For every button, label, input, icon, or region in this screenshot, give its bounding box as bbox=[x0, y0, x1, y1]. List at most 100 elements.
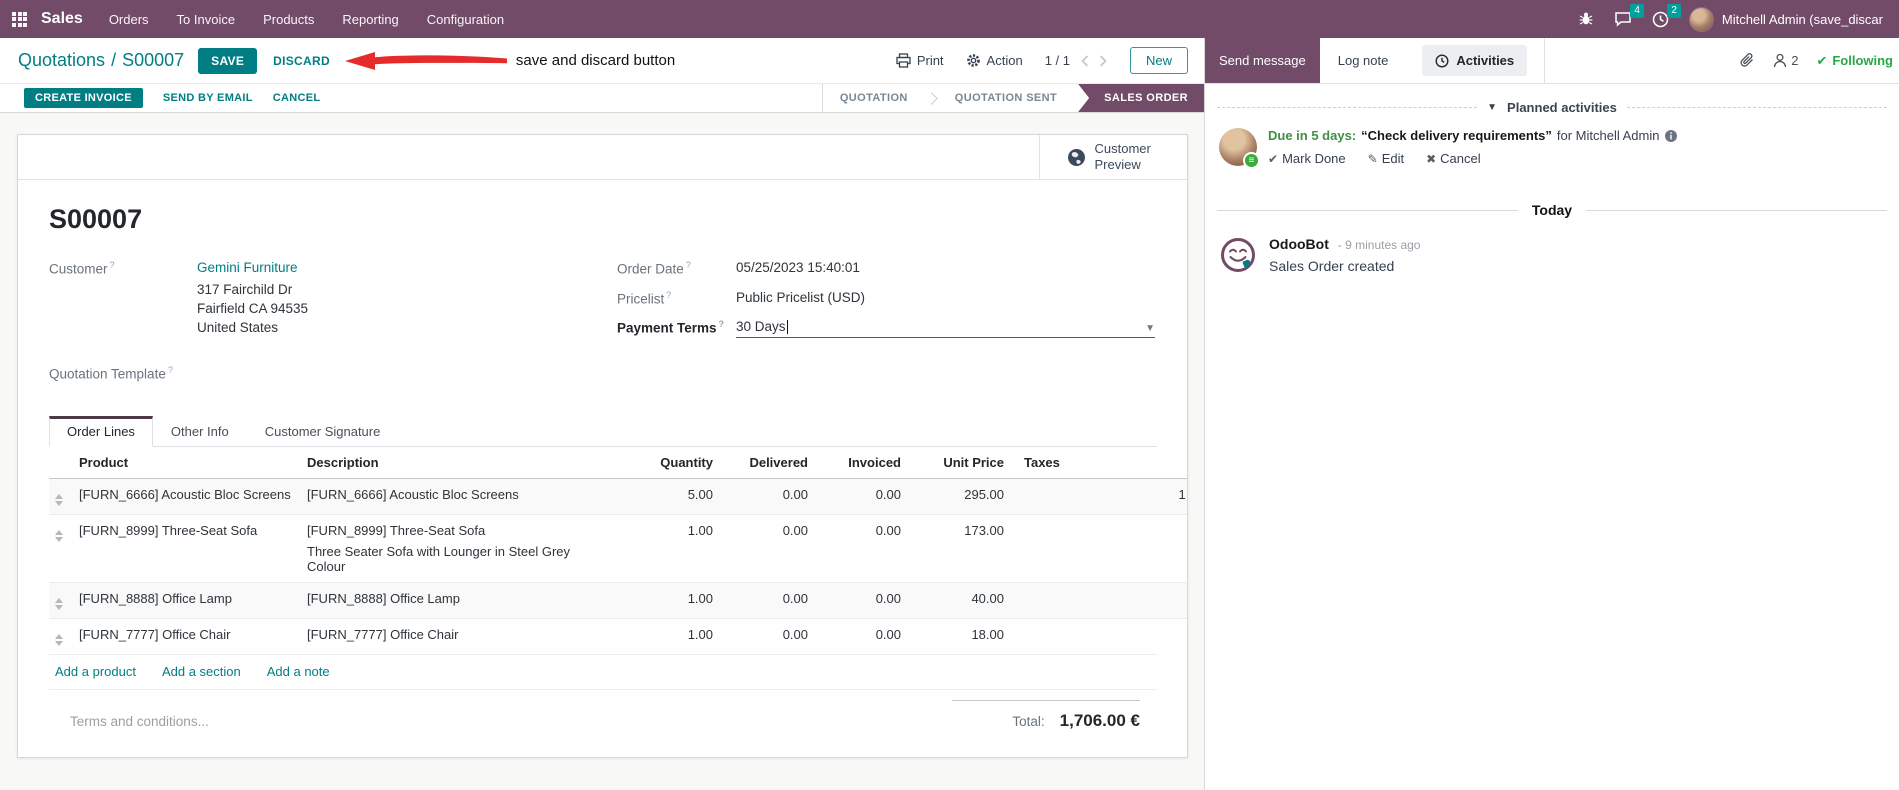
table-row[interactable]: [FURN_8999] Three-Seat Sofa [FURN_8999] … bbox=[49, 513, 1187, 582]
tab-order-lines[interactable]: Order Lines bbox=[49, 415, 153, 447]
cell-invoiced[interactable]: 0.00 bbox=[814, 617, 907, 654]
customer-link[interactable]: Gemini Furniture bbox=[197, 260, 308, 275]
pager-next-icon[interactable] bbox=[1098, 54, 1108, 68]
cell-description[interactable]: [FURN_7777] Office Chair bbox=[301, 617, 609, 654]
attach-files-button[interactable] bbox=[1739, 52, 1755, 70]
column-taxes[interactable]: Taxes bbox=[1010, 446, 1098, 479]
chevron-down-icon[interactable]: ▼ bbox=[1145, 323, 1155, 334]
cell-quantity[interactable]: 1.00 bbox=[609, 513, 719, 582]
cell-delivered[interactable]: 0.00 bbox=[719, 581, 814, 618]
breadcrumb-quotations[interactable]: Quotations bbox=[18, 50, 105, 70]
message-timestamp: - 9 minutes ago bbox=[1337, 238, 1421, 252]
pager-prev-icon[interactable] bbox=[1080, 54, 1090, 68]
table-row[interactable]: [FURN_6666] Acoustic Bloc Screens [FURN_… bbox=[49, 477, 1187, 514]
drag-handle-icon[interactable] bbox=[55, 491, 63, 506]
apps-grid-icon[interactable] bbox=[12, 11, 27, 27]
cell-quantity[interactable]: 1.00 bbox=[609, 581, 719, 618]
cell-unit-price[interactable]: 18.00 bbox=[907, 617, 1010, 654]
activities-label: Activities bbox=[1456, 53, 1515, 68]
cell-unit-price[interactable]: 40.00 bbox=[907, 581, 1010, 618]
send-message-button[interactable]: Send message bbox=[1205, 38, 1320, 83]
cell-description[interactable]: [FURN_6666] Acoustic Bloc Screens bbox=[301, 477, 609, 514]
menu-configuration[interactable]: Configuration bbox=[427, 12, 504, 27]
cell-product[interactable]: [FURN_6666] Acoustic Bloc Screens bbox=[73, 477, 301, 514]
log-note-button[interactable]: Log note bbox=[1320, 38, 1407, 83]
cell-delivered[interactable]: 0.00 bbox=[719, 477, 814, 514]
column-delivered[interactable]: Delivered bbox=[719, 446, 814, 479]
info-icon[interactable] bbox=[1664, 129, 1678, 143]
customer-preview-button[interactable]: Customer Preview bbox=[1039, 135, 1187, 179]
payment-terms-input[interactable]: 30 Days ▼ bbox=[736, 319, 1155, 338]
followers-button[interactable]: 2 bbox=[1773, 53, 1798, 68]
cell-description[interactable]: [FURN_8999] Three-Seat Sofa Three Seater… bbox=[301, 513, 609, 582]
step-quotation-sent[interactable]: QUOTATION SENT bbox=[938, 84, 1074, 112]
create-invoice-button[interactable]: CREATE INVOICE bbox=[24, 88, 143, 108]
app-name[interactable]: Sales bbox=[41, 10, 83, 28]
save-button[interactable]: SAVE bbox=[198, 47, 258, 74]
action-button[interactable]: Action bbox=[966, 53, 1023, 68]
message-author[interactable]: OdooBot bbox=[1269, 236, 1329, 252]
cell-taxes[interactable] bbox=[1010, 581, 1098, 618]
table-row[interactable]: [FURN_7777] Office Chair [FURN_7777] Off… bbox=[49, 617, 1187, 654]
mark-done-button[interactable]: ✔ Mark Done bbox=[1268, 151, 1346, 166]
edit-activity-button[interactable]: ✎ Edit bbox=[1368, 151, 1404, 166]
cell-delivered[interactable]: 0.00 bbox=[719, 513, 814, 582]
order-lines-table: Product Description Quantity Delivered I… bbox=[49, 446, 1187, 654]
column-description[interactable]: Description bbox=[301, 446, 609, 479]
cell-taxes[interactable] bbox=[1010, 513, 1098, 582]
column-invoiced[interactable]: Invoiced bbox=[814, 446, 907, 479]
print-button[interactable]: Print bbox=[896, 53, 944, 68]
tab-other-info[interactable]: Other Info bbox=[153, 416, 247, 447]
menu-reporting[interactable]: Reporting bbox=[342, 12, 398, 27]
cell-taxes[interactable] bbox=[1010, 617, 1098, 654]
planned-activities-header[interactable]: ▼ Planned activities bbox=[1205, 100, 1899, 115]
main-panel: Quotations / S00007 SAVE DISCARD save and … bbox=[0, 38, 1205, 790]
column-quantity[interactable]: Quantity bbox=[609, 446, 719, 479]
add-a-section-link[interactable]: Add a section bbox=[162, 664, 241, 679]
cell-unit-price[interactable]: 295.00 bbox=[907, 477, 1010, 514]
odoobot-avatar[interactable] bbox=[1219, 236, 1257, 274]
drag-handle-icon[interactable] bbox=[55, 631, 63, 646]
add-a-note-link[interactable]: Add a note bbox=[267, 664, 330, 679]
cell-invoiced[interactable]: 0.00 bbox=[814, 513, 907, 582]
cell-product[interactable]: [FURN_8999] Three-Seat Sofa bbox=[73, 513, 301, 582]
pricelist-value[interactable]: Public Pricelist (USD) bbox=[736, 290, 865, 307]
table-row[interactable]: [FURN_8888] Office Lamp [FURN_8888] Offi… bbox=[49, 581, 1187, 618]
cell-product[interactable]: [FURN_8888] Office Lamp bbox=[73, 581, 301, 618]
cell-delivered[interactable]: 0.00 bbox=[719, 617, 814, 654]
user-menu[interactable]: Mitchell Admin (save_discar bbox=[1688, 6, 1883, 32]
cell-invoiced[interactable]: 0.00 bbox=[814, 581, 907, 618]
step-sales-order[interactable]: SALES ORDER bbox=[1078, 84, 1204, 112]
column-unit-price[interactable]: Unit Price bbox=[907, 446, 1010, 479]
tab-customer-signature[interactable]: Customer Signature bbox=[247, 416, 399, 447]
cell-taxes[interactable] bbox=[1010, 477, 1098, 514]
new-button[interactable]: New bbox=[1129, 47, 1188, 74]
menu-products[interactable]: Products bbox=[263, 12, 314, 27]
following-button[interactable]: ✔ Following bbox=[1816, 53, 1893, 69]
discard-button[interactable]: DISCARD bbox=[273, 54, 330, 68]
activities-clock-icon[interactable]: 2 bbox=[1652, 3, 1681, 28]
cancel-button[interactable]: CANCEL bbox=[273, 92, 321, 104]
send-by-email-button[interactable]: SEND BY EMAIL bbox=[163, 92, 253, 104]
terms-and-conditions-input[interactable]: Terms and conditions... bbox=[70, 700, 209, 731]
add-a-product-link[interactable]: Add a product bbox=[55, 664, 136, 679]
messages-icon[interactable]: 4 bbox=[1614, 4, 1644, 27]
cell-quantity[interactable]: 1.00 bbox=[609, 617, 719, 654]
cell-invoiced[interactable]: 0.00 bbox=[814, 477, 907, 514]
menu-to-invoice[interactable]: To Invoice bbox=[177, 12, 236, 27]
step-quotation[interactable]: QUOTATION bbox=[823, 84, 925, 112]
order-date-value[interactable]: 05/25/2023 15:40:01 bbox=[736, 260, 860, 277]
activities-button[interactable]: Activities bbox=[1422, 45, 1528, 76]
bug-icon[interactable] bbox=[1578, 11, 1594, 27]
cell-quantity[interactable]: 5.00 bbox=[609, 477, 719, 514]
cancel-activity-button[interactable]: ✖ Cancel bbox=[1426, 151, 1481, 166]
drag-handle-icon[interactable] bbox=[55, 595, 63, 610]
cell-unit-price[interactable]: 173.00 bbox=[907, 513, 1010, 582]
activity-avatar[interactable]: ≡ bbox=[1219, 128, 1260, 169]
column-product[interactable]: Product bbox=[73, 446, 301, 479]
menu-orders[interactable]: Orders bbox=[109, 12, 149, 27]
column-subtotal[interactable]: Subtotal bbox=[1098, 446, 1187, 479]
cell-product[interactable]: [FURN_7777] Office Chair bbox=[73, 617, 301, 654]
drag-handle-icon[interactable] bbox=[55, 527, 63, 542]
cell-description[interactable]: [FURN_8888] Office Lamp bbox=[301, 581, 609, 618]
